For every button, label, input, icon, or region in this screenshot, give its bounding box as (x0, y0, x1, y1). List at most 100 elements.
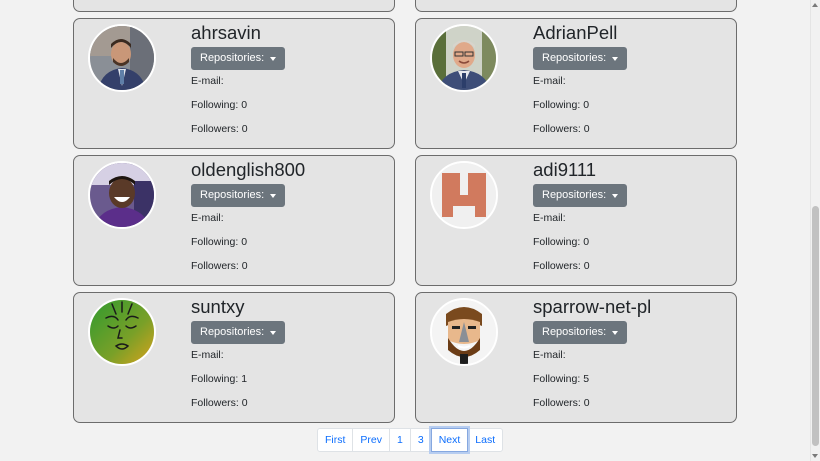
page-prev-link[interactable]: Prev (352, 428, 391, 452)
email-label: E-mail: (533, 75, 566, 87)
repositories-label: Repositories: (542, 189, 607, 201)
avatar-image (432, 26, 496, 90)
following-count: 0 (583, 99, 590, 111)
followers-count: 0 (241, 123, 248, 135)
user-card: ahrsavin Repositories: E-mail: Following… (73, 18, 395, 149)
identicon-icon (432, 163, 496, 227)
email-label: E-mail: (191, 75, 224, 87)
followers-label: Followers: (191, 397, 239, 409)
avatar[interactable] (430, 298, 498, 366)
repositories-label: Repositories: (200, 189, 265, 201)
caret-down-icon (270, 193, 277, 198)
following-row: Following: 0 (533, 235, 589, 249)
following-row: Following: 5 (533, 372, 589, 386)
email-row: E-mail: (191, 74, 224, 88)
followers-count: 0 (241, 397, 248, 409)
caret-down-icon (612, 193, 619, 198)
followers-row: Followers: 0 (191, 396, 248, 410)
followers-label: Followers: (191, 123, 239, 135)
following-label: Following: (533, 373, 581, 385)
username[interactable]: ahrsavin (191, 21, 261, 45)
caret-down-icon (270, 330, 277, 335)
page-next-link[interactable]: Next (430, 428, 469, 452)
following-label: Following: (191, 373, 239, 385)
avatar[interactable] (88, 161, 156, 229)
followers-row: Followers: 0 (191, 122, 248, 136)
caret-down-icon (270, 56, 277, 61)
following-label: Following: (533, 236, 581, 248)
repositories-dropdown-button[interactable]: Repositories: (191, 184, 286, 207)
repositories-label: Repositories: (542, 52, 607, 64)
email-row: E-mail: (533, 348, 566, 362)
email-label: E-mail: (191, 349, 224, 361)
followers-label: Followers: (191, 260, 239, 272)
page-last-link[interactable]: Last (467, 428, 504, 452)
email-row: E-mail: (191, 348, 224, 362)
scroll-up-arrow-icon[interactable] (812, 3, 818, 7)
following-label: Following: (191, 99, 239, 111)
repositories-label: Repositories: (200, 52, 265, 64)
pagination: First Prev 1 3 Next Last (317, 428, 504, 452)
repositories-dropdown-button[interactable]: Repositories: (533, 47, 628, 70)
email-label: E-mail: (191, 212, 224, 224)
avatar[interactable] (88, 298, 156, 366)
following-count: 0 (583, 236, 590, 248)
avatar-image (90, 26, 154, 90)
vertical-scrollbar[interactable] (810, 0, 820, 461)
user-card-partial (415, 0, 737, 12)
email-row: E-mail: (533, 211, 566, 225)
email-row: E-mail: (191, 211, 224, 225)
repositories-label: Repositories: (200, 326, 265, 338)
page-3-link[interactable]: 3 (409, 428, 432, 452)
page: ahrsavin Repositories: E-mail: Following… (0, 0, 820, 461)
username[interactable]: adi9111 (533, 158, 596, 182)
followers-label: Followers: (533, 123, 581, 135)
avatar[interactable] (88, 24, 156, 92)
email-row: E-mail: (533, 74, 566, 88)
avatar-image (90, 300, 154, 364)
user-card: suntxy Repositories: E-mail: Following: … (73, 292, 395, 423)
page-first-link[interactable]: First (317, 428, 354, 452)
scroll-down-arrow-icon[interactable] (812, 454, 818, 458)
avatar-image (90, 163, 154, 227)
scroll-thumb[interactable] (812, 206, 819, 446)
following-count: 1 (241, 373, 248, 385)
user-card-partial (73, 0, 395, 12)
username[interactable]: AdrianPell (533, 21, 617, 45)
following-row: Following: 1 (191, 372, 247, 386)
following-row: Following: 0 (191, 98, 247, 112)
repositories-dropdown-button[interactable]: Repositories: (533, 321, 628, 344)
email-label: E-mail: (533, 349, 566, 361)
email-label: E-mail: (533, 212, 566, 224)
following-label: Following: (533, 99, 581, 111)
following-row: Following: 0 (533, 98, 589, 112)
avatar[interactable] (430, 24, 498, 92)
user-card: sparrow-net-pl Repositories: E-mail: Fol… (415, 292, 737, 423)
followers-count: 0 (241, 260, 248, 272)
avatar[interactable] (430, 161, 498, 229)
followers-row: Followers: 0 (533, 396, 590, 410)
repositories-dropdown-button[interactable]: Repositories: (533, 184, 628, 207)
following-count: 5 (583, 373, 590, 385)
page-1-link[interactable]: 1 (389, 428, 411, 452)
caret-down-icon (612, 56, 619, 61)
followers-label: Followers: (533, 260, 581, 272)
repositories-dropdown-button[interactable]: Repositories: (191, 321, 286, 344)
username[interactable]: sparrow-net-pl (533, 295, 651, 319)
repositories-dropdown-button[interactable]: Repositories: (191, 47, 286, 70)
username[interactable]: suntxy (191, 295, 244, 319)
repositories-label: Repositories: (542, 326, 607, 338)
followers-row: Followers: 0 (191, 259, 248, 273)
following-row: Following: 0 (191, 235, 247, 249)
following-label: Following: (191, 236, 239, 248)
followers-label: Followers: (533, 397, 581, 409)
avatar-image (432, 300, 496, 364)
following-count: 0 (241, 99, 248, 111)
followers-count: 0 (583, 260, 590, 272)
followers-count: 0 (583, 397, 590, 409)
following-count: 0 (241, 236, 248, 248)
username[interactable]: oldenglish800 (191, 158, 305, 182)
caret-down-icon (612, 330, 619, 335)
user-card: AdrianPell Repositories: E-mail: Followi… (415, 18, 737, 149)
user-card: oldenglish800 Repositories: E-mail: Foll… (73, 155, 395, 286)
